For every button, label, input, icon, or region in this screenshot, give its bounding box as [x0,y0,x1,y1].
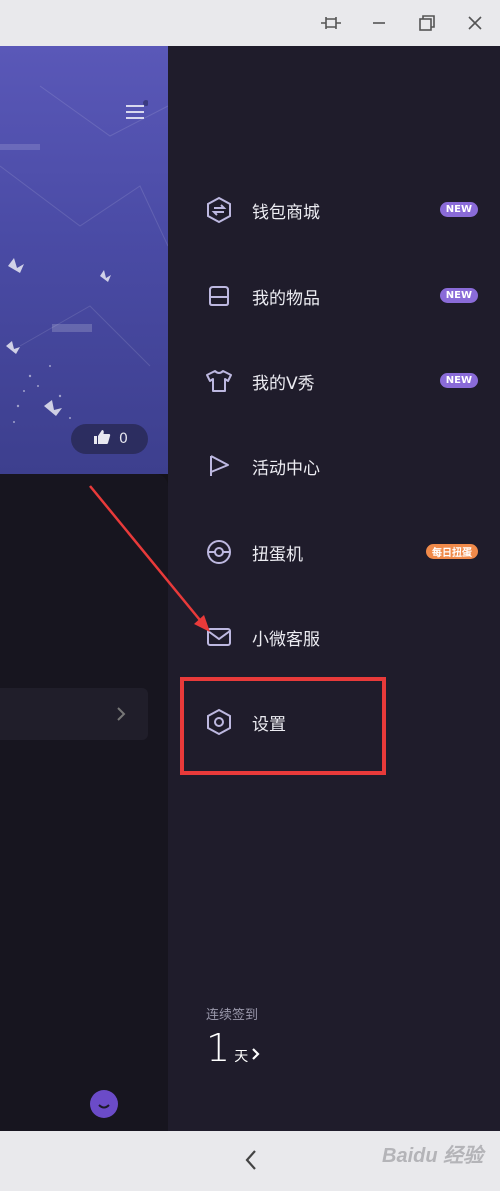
like-count: 0 [119,431,128,447]
menu-item-label: 我的V秀 [252,373,315,394]
menu-item-my-vshow[interactable]: 我的V秀 NEW [204,359,494,403]
chevron-right-icon [251,1046,261,1065]
wallet-icon [204,195,234,225]
list-row[interactable] [0,688,148,740]
menu-item-label: 钱包商城 [252,202,320,223]
menu-item-label: 小微客服 [252,629,320,650]
back-arrow-icon[interactable] [236,1145,266,1175]
restore-icon[interactable] [412,8,442,38]
background-content: 0 [0,46,168,1131]
watermark: Baidu 经验 [382,1145,484,1167]
checkin-days-unit: 天 [234,1049,249,1065]
menu-item-label: 扭蛋机 [252,544,303,565]
pin-icon[interactable] [316,8,346,38]
like-button[interactable]: 0 [71,424,148,454]
menu-item-label: 活动中心 [252,458,320,479]
new-badge: NEW [439,373,478,388]
mail-icon [204,622,234,652]
thumbs-up-icon [93,429,111,449]
inbox-icon [204,281,234,311]
chevron-right-icon [116,706,126,726]
menu-item-wallet-mall[interactable]: 钱包商城 NEW [204,188,494,232]
menu-item-my-items[interactable]: 我的物品 NEW [204,274,494,318]
banner-image: 0 [0,46,168,474]
new-badge: NEW [439,202,478,217]
new-badge: NEW [439,288,478,303]
menu-item-customer-service[interactable]: 小微客服 [204,615,494,659]
menu-item-activity-center[interactable]: 活动中心 [204,444,494,488]
hamburger-menu-icon[interactable] [124,100,149,124]
daily-gacha-badge: 每日扭蛋 [426,544,478,559]
checkin-label: 连续签到 [206,1008,259,1023]
flag-icon [204,451,234,481]
side-drawer: 钱包商城 NEW 我的物品 NEW 我的V秀 NEW 活动中心 扭蛋机 每日扭蛋… [168,46,500,1131]
bottom-bar: Baidu 经验 [0,1131,500,1191]
capsule-icon [204,537,234,567]
menu-item-label: 我的物品 [252,288,320,309]
window-titlebar [0,0,500,46]
checkin-days-count: 1 [206,1026,231,1070]
menu-item-gacha[interactable]: 扭蛋机 每日扭蛋 [204,530,494,574]
shirt-icon [204,366,234,396]
close-icon[interactable] [460,8,490,38]
content-card [0,474,168,1131]
checkin-streak[interactable]: 1 天 [206,1026,261,1070]
highlight-box [180,677,386,775]
minimize-icon[interactable] [364,8,394,38]
avatar[interactable] [90,1090,118,1118]
